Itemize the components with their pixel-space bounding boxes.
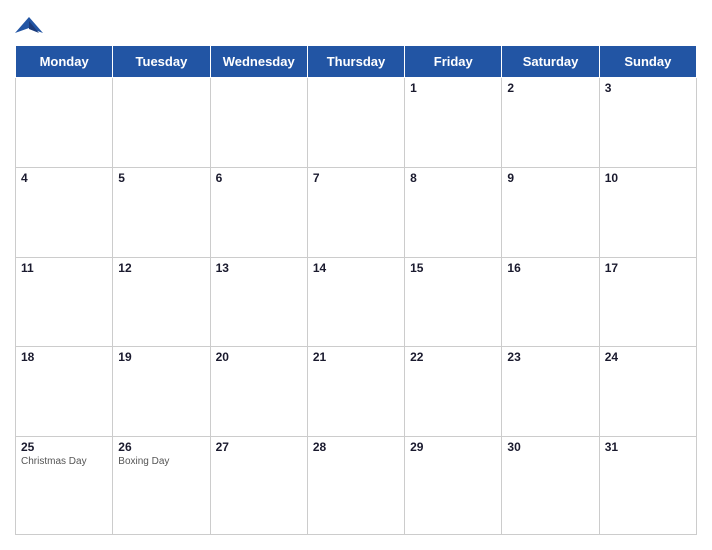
day-number: 23	[507, 350, 593, 364]
logo	[15, 15, 47, 37]
day-cell: 2	[502, 78, 599, 168]
day-number: 5	[118, 171, 204, 185]
day-cell: 22	[405, 347, 502, 437]
day-number: 30	[507, 440, 593, 454]
day-number: 4	[21, 171, 107, 185]
day-number: 20	[216, 350, 302, 364]
week-row-1: 123	[16, 78, 697, 168]
day-cell: 20	[210, 347, 307, 437]
day-number: 9	[507, 171, 593, 185]
day-number: 27	[216, 440, 302, 454]
day-number: 7	[313, 171, 399, 185]
calendar-table: MondayTuesdayWednesdayThursdayFridaySatu…	[15, 45, 697, 535]
day-number: 8	[410, 171, 496, 185]
day-cell: 11	[16, 257, 113, 347]
day-cell: 13	[210, 257, 307, 347]
day-cell: 31	[599, 437, 696, 535]
day-cell: 30	[502, 437, 599, 535]
day-cell: 3	[599, 78, 696, 168]
day-number: 12	[118, 261, 204, 275]
day-cell: 21	[307, 347, 404, 437]
day-event: Christmas Day	[21, 456, 107, 467]
day-cell	[307, 78, 404, 168]
day-cell: 18	[16, 347, 113, 437]
day-cell: 28	[307, 437, 404, 535]
day-number: 18	[21, 350, 107, 364]
day-number: 15	[410, 261, 496, 275]
day-number: 2	[507, 81, 593, 95]
day-cell: 8	[405, 167, 502, 257]
day-number: 25	[21, 440, 107, 454]
day-number: 21	[313, 350, 399, 364]
week-row-4: 18 19 20 21 22 23 24	[16, 347, 697, 437]
day-number: 24	[605, 350, 691, 364]
day-event: Boxing Day	[118, 456, 204, 467]
day-cell: 5	[113, 167, 210, 257]
day-number: 16	[507, 261, 593, 275]
day-number: 1	[410, 81, 496, 95]
day-cell: 10	[599, 167, 696, 257]
weekday-header-wednesday: Wednesday	[210, 46, 307, 78]
day-cell: 14	[307, 257, 404, 347]
day-cell: 12	[113, 257, 210, 347]
day-number: 17	[605, 261, 691, 275]
day-cell: 16	[502, 257, 599, 347]
weekday-header-friday: Friday	[405, 46, 502, 78]
calendar-header	[15, 10, 697, 45]
weekday-header-tuesday: Tuesday	[113, 46, 210, 78]
day-number: 22	[410, 350, 496, 364]
day-cell: 4	[16, 167, 113, 257]
day-cell: 15	[405, 257, 502, 347]
day-number: 19	[118, 350, 204, 364]
day-cell: 7	[307, 167, 404, 257]
day-cell: 29	[405, 437, 502, 535]
weekday-header-thursday: Thursday	[307, 46, 404, 78]
week-row-5: 25 Christmas Day 26 Boxing Day 27 28 29 30 31	[16, 437, 697, 535]
day-number: 28	[313, 440, 399, 454]
day-number: 26	[118, 440, 204, 454]
day-number: 29	[410, 440, 496, 454]
weekday-header-row: MondayTuesdayWednesdayThursdayFridaySatu…	[16, 46, 697, 78]
day-number: 6	[216, 171, 302, 185]
day-cell: 23	[502, 347, 599, 437]
weekday-header-sunday: Sunday	[599, 46, 696, 78]
day-cell: 24	[599, 347, 696, 437]
logo-bird-icon	[15, 15, 43, 37]
day-number: 10	[605, 171, 691, 185]
day-cell: 1	[405, 78, 502, 168]
day-cell	[113, 78, 210, 168]
day-cell: 25 Christmas Day	[16, 437, 113, 535]
day-cell: 17	[599, 257, 696, 347]
day-number: 11	[21, 261, 107, 275]
day-cell: 26 Boxing Day	[113, 437, 210, 535]
day-cell: 9	[502, 167, 599, 257]
day-cell	[16, 78, 113, 168]
weekday-header-monday: Monday	[16, 46, 113, 78]
day-cell: 6	[210, 167, 307, 257]
weekday-header-saturday: Saturday	[502, 46, 599, 78]
week-row-2: 456789 10	[16, 167, 697, 257]
day-number: 13	[216, 261, 302, 275]
day-cell: 27	[210, 437, 307, 535]
day-number: 3	[605, 81, 691, 95]
day-cell	[210, 78, 307, 168]
day-number: 14	[313, 261, 399, 275]
day-number: 31	[605, 440, 691, 454]
week-row-3: 11 12 13 14 15 16 17	[16, 257, 697, 347]
day-cell: 19	[113, 347, 210, 437]
